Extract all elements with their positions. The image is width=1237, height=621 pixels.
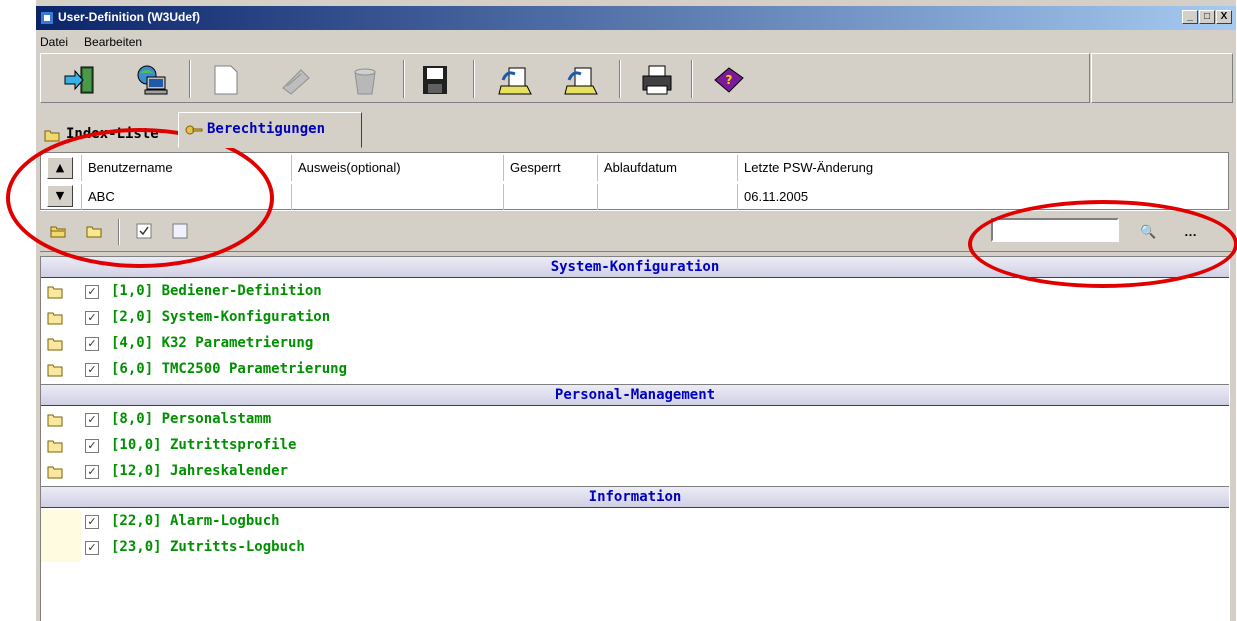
new-document-icon <box>214 65 238 95</box>
permission-checkbox[interactable]: ✓ <box>85 363 99 377</box>
tab-berechtigungen-label: Berechtigungen <box>207 121 326 137</box>
list-item[interactable]: ✓ [23,0] Zutritts-Logbuch <box>41 536 1229 562</box>
export-icon <box>564 67 598 95</box>
new-button[interactable] <box>207 64 243 96</box>
cell-ablaufdatum[interactable] <box>597 184 737 210</box>
permission-label: [6,0] TMC2500 Parametrierung <box>111 361 348 377</box>
import-button[interactable] <box>497 64 533 96</box>
cell-ausweis[interactable] <box>291 184 503 210</box>
export-button[interactable] <box>563 64 599 96</box>
permission-label: [10,0] Zutrittsprofile <box>111 437 297 453</box>
permission-label: [12,0] Jahreskalender <box>111 463 289 479</box>
list-item[interactable]: ✓ [22,0] Alarm-Logbuch <box>41 510 1229 536</box>
maximize-button[interactable]: □ <box>1199 10 1215 24</box>
help-book-icon: ? <box>714 67 744 93</box>
list-item[interactable]: ✓ [4,0] K32 Parametrierung <box>41 332 1229 358</box>
print-button[interactable] <box>639 64 675 96</box>
list-item[interactable]: ✓ [10,0] Zutrittsprofile <box>41 434 1229 460</box>
save-icon <box>423 66 447 94</box>
list-item[interactable]: ✓ [12,0] Jahreskalender <box>41 460 1229 486</box>
permission-label: [22,0] Alarm-Logbuch <box>111 513 280 529</box>
annotation-circle-left <box>6 128 274 268</box>
permission-label: [4,0] K32 Parametrierung <box>111 335 314 351</box>
list-item[interactable]: ✓ [2,0] System-Konfiguration <box>41 306 1229 332</box>
app-icon <box>41 12 53 24</box>
folder-icon[interactable] <box>47 337 63 351</box>
close-button[interactable]: X <box>1216 10 1232 24</box>
permissions-list: System-Konfiguration ✓ [1,0] Bediener-Defi… <box>40 256 1230 621</box>
delete-button[interactable] <box>347 64 383 96</box>
folder-icon[interactable] <box>47 285 63 299</box>
permission-label: [2,0] System-Konfiguration <box>111 309 331 325</box>
list-item[interactable]: ✓ [8,0] Personalstamm <box>41 408 1229 434</box>
edit-button[interactable] <box>279 64 315 96</box>
permission-checkbox[interactable]: ✓ <box>85 439 99 453</box>
key-icon <box>185 125 203 135</box>
tab-berechtigungen[interactable]: Berechtigungen <box>178 112 362 148</box>
folder-icon[interactable] <box>47 439 63 453</box>
permission-checkbox[interactable]: ✓ <box>85 515 99 529</box>
col-gesperrt[interactable]: Gesperrt <box>503 155 597 181</box>
permission-checkbox[interactable]: ✓ <box>85 285 99 299</box>
permission-checkbox[interactable]: ✓ <box>85 541 99 555</box>
folder-open-icon <box>44 130 60 142</box>
title-bar[interactable]: User-Definition (W3Udef) _ □ X <box>36 6 1236 30</box>
exit-button[interactable] <box>63 64 99 96</box>
permission-checkbox[interactable]: ✓ <box>85 413 99 427</box>
annotation-circle-right <box>968 200 1237 288</box>
save-button[interactable] <box>417 64 453 96</box>
svg-text:?: ? <box>726 73 733 87</box>
network-computer-icon <box>137 65 168 95</box>
main-toolbar: ? <box>40 53 1090 103</box>
section-header[interactable]: Personal-Management <box>41 384 1229 406</box>
permission-label: [1,0] Bediener-Definition <box>111 283 322 299</box>
folder-icon[interactable] <box>47 413 63 427</box>
col-letzte-psw[interactable]: Letzte PSW-Änderung <box>737 155 1227 181</box>
permission-checkbox[interactable]: ✓ <box>85 311 99 325</box>
permission-checkbox[interactable]: ✓ <box>85 337 99 351</box>
print-icon <box>642 65 672 95</box>
menu-bar: Datei Bearbeiten <box>38 32 144 52</box>
folder-icon[interactable] <box>47 311 63 325</box>
help-button[interactable]: ? <box>711 64 747 96</box>
section-header[interactable]: Information <box>41 486 1229 508</box>
permission-label: [23,0] Zutritts-Logbuch <box>111 539 305 555</box>
import-icon <box>498 67 532 95</box>
folder-icon[interactable] <box>47 465 63 479</box>
delete-icon <box>354 68 376 95</box>
cell-gesperrt[interactable] <box>503 184 597 210</box>
edit-icon <box>282 69 310 95</box>
exit-icon <box>64 66 94 94</box>
folder-icon[interactable] <box>47 363 63 377</box>
col-ausweis[interactable]: Ausweis(optional) <box>291 155 503 181</box>
app-window: User-Definition (W3Udef) _ □ X Datei Bea… <box>34 0 1236 621</box>
list-item[interactable]: ✓ [6,0] TMC2500 Parametrierung <box>41 358 1229 384</box>
window-title: User-Definition (W3Udef) <box>58 10 200 24</box>
minimize-button[interactable]: _ <box>1182 10 1198 24</box>
permission-label: [8,0] Personalstamm <box>111 411 272 427</box>
menu-datei[interactable]: Datei <box>38 35 70 49</box>
menu-bearbeiten[interactable]: Bearbeiten <box>82 35 144 49</box>
network-button[interactable] <box>133 64 169 96</box>
toolbar-spacer <box>1091 53 1233 103</box>
col-ablaufdatum[interactable]: Ablaufdatum <box>597 155 737 181</box>
permission-checkbox[interactable]: ✓ <box>85 465 99 479</box>
